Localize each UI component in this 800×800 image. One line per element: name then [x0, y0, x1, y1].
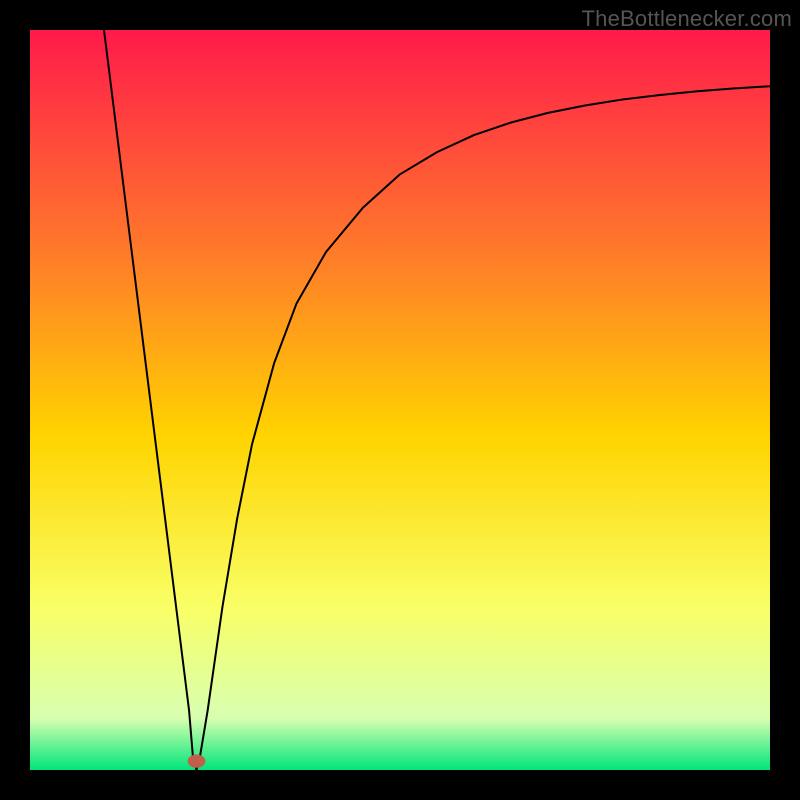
gradient-background [30, 30, 770, 770]
chart-frame: TheBottlenecker.com [0, 0, 800, 800]
curve-minimum-marker [188, 754, 206, 767]
bottleneck-chart [30, 30, 770, 770]
watermark-text: TheBottlenecker.com [582, 6, 792, 32]
